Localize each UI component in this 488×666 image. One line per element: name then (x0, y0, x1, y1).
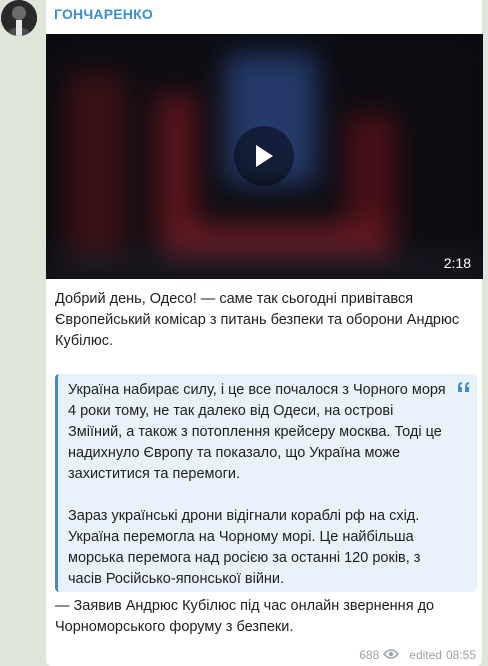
message-time: 08:55 (445, 648, 476, 662)
channel-avatar[interactable] (1, 0, 37, 36)
quote-paragraph-1: Україна набирає силу, і це все почалося … (68, 382, 446, 482)
message-intro: Добрий день, Одесо! — саме так сьогодні … (55, 291, 460, 349)
blockquote: Україна набирає силу, і це все почалося … (55, 374, 477, 592)
quote-icon (457, 380, 471, 398)
message-meta: 688 edited 08:55 (359, 648, 476, 662)
play-button[interactable] (234, 126, 294, 186)
eye-icon (383, 648, 400, 662)
message-outro: — Заявив Андрюс Кубілюс під час онлайн з… (55, 598, 435, 635)
message-bubble: ГОНЧАРЕНКО 2:18 Добрий день, Одесо! — са… (46, 0, 483, 666)
author-name[interactable]: ГОНЧАРЕНКО (54, 6, 153, 22)
quote-paragraph-2: Зараз українські дрони відігнали кораблі… (68, 508, 421, 587)
video-player[interactable]: 2:18 (46, 34, 483, 279)
edited-label: edited (409, 648, 442, 662)
play-icon (256, 145, 273, 167)
view-count: 688 (359, 648, 380, 662)
video-duration: 2:18 (443, 255, 471, 271)
